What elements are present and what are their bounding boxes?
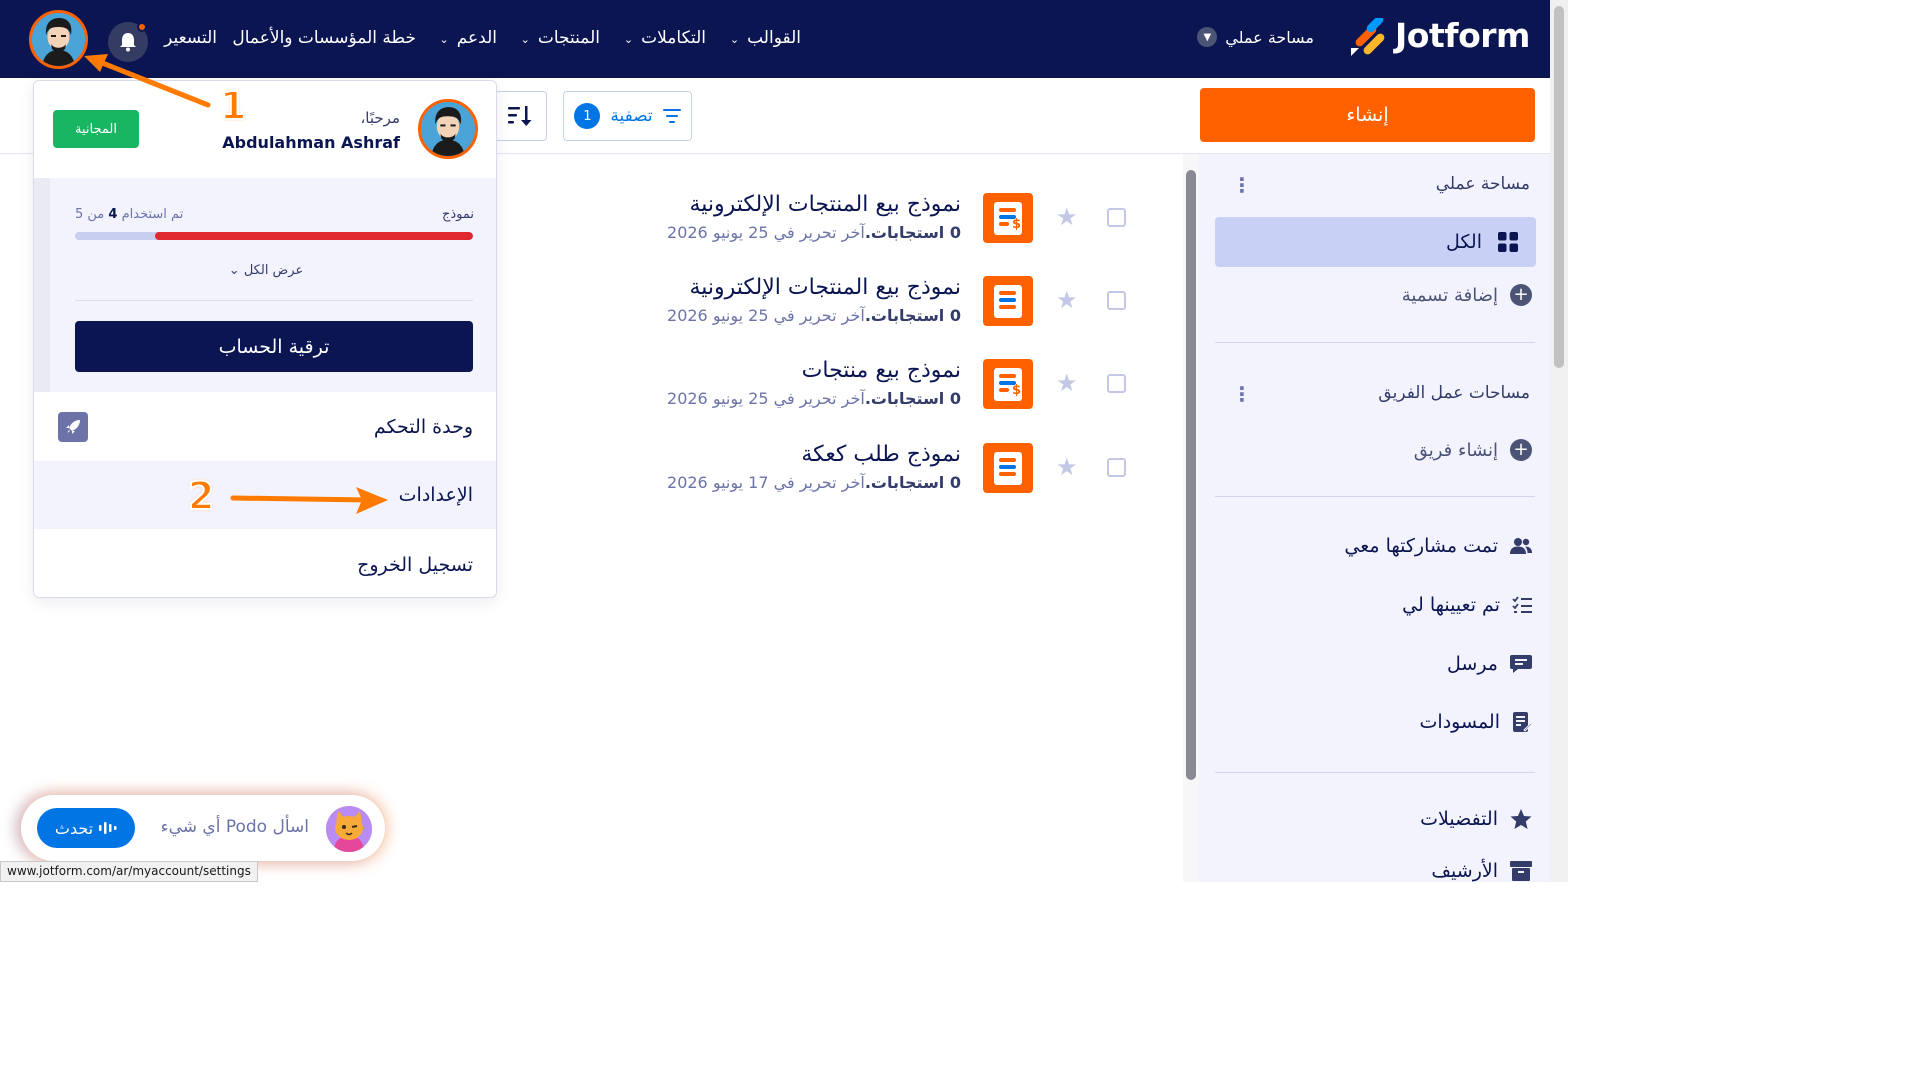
nav-integrations[interactable]: التكاملات ⌄ (624, 28, 706, 48)
star-icon[interactable]: ★ (1056, 369, 1078, 397)
podo-assistant-bar[interactable]: تحدث اسأل Podo أي شيء (21, 795, 385, 861)
sidebar-divider (1215, 772, 1535, 773)
annotation-arrows (84, 54, 388, 514)
sidebar-item-all[interactable]: الكل (1215, 217, 1536, 267)
nav-templates[interactable]: القوالب ⌄ (730, 28, 801, 48)
sidebar-item-sent-label: مرسل (1447, 653, 1498, 675)
add-label-button[interactable]: + إضافة تسمية (1402, 284, 1532, 306)
sidebar-item-drafts[interactable]: المسودات (1420, 711, 1532, 733)
my-workspace-label: مساحة عملي (1225, 27, 1314, 47)
jotform-logo-text[interactable]: Jotform (1395, 16, 1530, 55)
chevron-down-icon: ⌄ (623, 32, 634, 46)
form-checkbox[interactable] (1107, 208, 1126, 227)
nav-products[interactable]: المنتجات ⌄ (521, 28, 600, 48)
sidebar-item-shared[interactable]: تمت مشاركتها معي (1344, 535, 1532, 557)
form-title[interactable]: نموذج بيع منتجات (802, 358, 961, 383)
my-workspace-heading: مساحة عملي (1435, 174, 1530, 194)
form-list-item[interactable]: ★ $ نموذج بيع منتجات 0 استجابات.آخر تحري… (660, 358, 1140, 425)
form-checkbox[interactable] (1107, 291, 1126, 310)
dollar-icon: $ (1012, 217, 1022, 232)
message-icon (1510, 655, 1532, 673)
sidebar-item-sent[interactable]: مرسل (1447, 653, 1532, 675)
sidebar-item-drafts-label: المسودات (1419, 711, 1500, 733)
plus-icon: + (1510, 439, 1532, 461)
form-icon (983, 443, 1033, 493)
sidebar-item-archive-label: الأرشيف (1431, 860, 1498, 882)
create-team-text: إنشاء فريق (1413, 439, 1498, 461)
add-label-text: إضافة تسمية (1401, 284, 1498, 306)
star-icon[interactable]: ★ (1056, 286, 1078, 314)
form-meta: 0 استجابات.آخر تحرير في 25 يونيو 2026 (667, 389, 961, 408)
form-icon (983, 276, 1033, 326)
star-icon (1510, 808, 1532, 829)
form-list-item[interactable]: ★ $ نموذج بيع المنتجات الإلكترونية 0 است… (660, 192, 1140, 259)
form-icon: $ (983, 359, 1033, 409)
step-1-label: 1 (219, 83, 247, 129)
my-workspace-link[interactable]: مساحة عملي ▼ (1197, 27, 1314, 47)
nav-templates-label: القوالب (747, 28, 801, 48)
workspace-more-icon[interactable]: ⋮ (1232, 175, 1252, 195)
form-title[interactable]: نموذج بيع المنتجات الإلكترونية (689, 275, 961, 300)
audio-wave-icon (99, 822, 117, 834)
sidebar-item-assigned-label: تم تعيينها لي (1402, 594, 1500, 616)
menu-item-logout-label: تسجيل الخروج (357, 554, 473, 576)
filter-icon (662, 109, 681, 123)
archive-icon (1510, 861, 1532, 881)
sidebar-item-shared-label: تمت مشاركتها معي (1344, 535, 1498, 557)
form-checkbox[interactable] (1107, 374, 1126, 393)
form-icon: $ (983, 193, 1033, 243)
talk-button[interactable]: تحدث (37, 808, 135, 848)
sidebar-item-assigned[interactable]: تم تعيينها لي (1402, 594, 1532, 616)
nav-integrations-label: التكاملات (641, 28, 706, 48)
team-more-icon[interactable]: ⋮ (1232, 384, 1252, 404)
draft-icon (1513, 712, 1532, 732)
star-icon[interactable]: ★ (1056, 453, 1078, 481)
talk-button-label: تحدث (54, 818, 94, 838)
create-form-button[interactable]: إنشاء (1200, 88, 1535, 142)
grid-icon (1498, 232, 1518, 252)
podo-cat-icon (326, 806, 372, 852)
jotform-logo-icon[interactable] (1349, 18, 1389, 56)
podo-prompt[interactable]: اسأل Podo أي شيء (161, 817, 309, 837)
nav-products-label: المنتجات (537, 28, 600, 48)
sidebar-item-favorites-label: التفضيلات (1420, 808, 1498, 830)
form-checkbox[interactable] (1107, 458, 1126, 477)
plus-icon: + (1510, 284, 1532, 306)
sidebar-item-archive[interactable]: الأرشيف (1431, 860, 1532, 882)
filter-count-badge: 1 (574, 103, 601, 129)
step-2-label: 2 (187, 473, 215, 519)
sidebar-scrollbar-thumb[interactable] (1186, 170, 1196, 780)
form-meta: 0 استجابات.آخر تحرير في 25 يونيو 2026 (667, 223, 961, 242)
form-meta: 0 استجابات.آخر تحرير في 17 يونيو 2026 (667, 473, 961, 492)
chevron-down-icon: ⌄ (729, 32, 740, 46)
users-icon (1510, 538, 1532, 554)
menu-item-logout[interactable]: تسجيل الخروج (34, 531, 496, 597)
form-list-item[interactable]: ★ نموذج بيع المنتجات الإلكترونية 0 استجا… (660, 275, 1140, 342)
dollar-icon: $ (1012, 383, 1022, 398)
page-scrollbar-thumb[interactable] (1554, 6, 1564, 368)
sidebar-divider (1215, 496, 1535, 497)
form-title[interactable]: نموذج بيع المنتجات الإلكترونية (689, 192, 961, 217)
list-check-icon (1512, 596, 1532, 613)
status-bar-url: www.jotform.com/ar/myaccount/settings (0, 861, 258, 882)
chevron-down-icon: ⌄ (520, 32, 530, 46)
form-meta: 0 استجابات.آخر تحرير في 25 يونيو 2026 (667, 306, 961, 325)
form-title[interactable]: نموذج طلب كعكة (801, 442, 961, 467)
sidebar-item-all-label: الكل (1446, 231, 1482, 253)
team-workspaces-heading: مساحات عمل الفريق (1378, 383, 1530, 403)
form-list-item[interactable]: ★ نموذج طلب كعكة 0 استجابات.آخر تحرير في… (660, 442, 1140, 509)
chevron-down-icon: ▼ (1197, 27, 1218, 47)
sidebar-item-favorites[interactable]: التفضيلات (1420, 808, 1532, 830)
filter-button[interactable]: تصفية 1 (563, 91, 692, 141)
create-team-button[interactable]: + إنشاء فريق (1414, 439, 1532, 461)
star-icon[interactable]: ★ (1056, 203, 1078, 231)
sidebar-divider (1215, 342, 1535, 343)
filter-label: تصفية (610, 106, 653, 126)
